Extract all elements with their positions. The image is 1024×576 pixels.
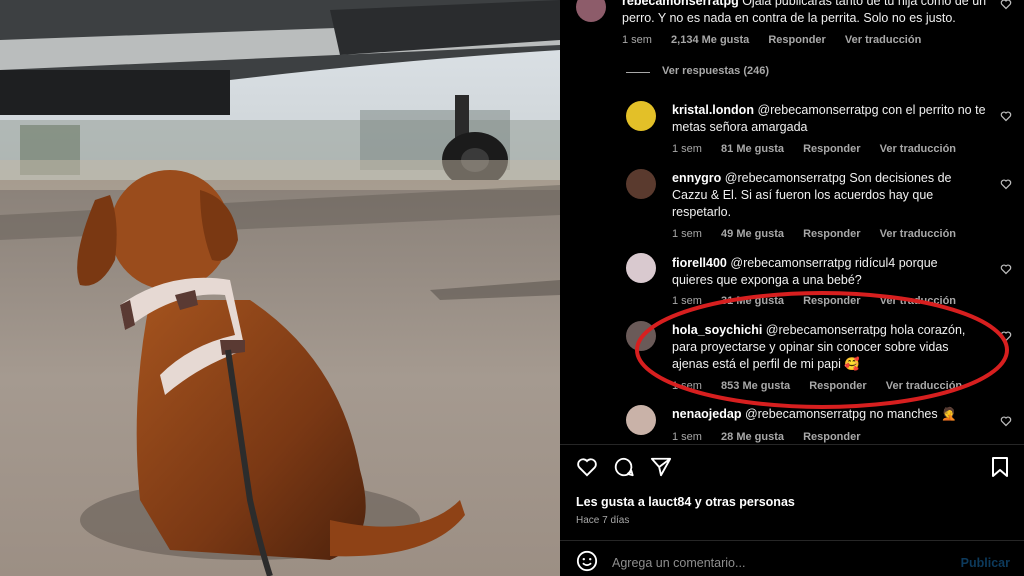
comment-text: rebecamonserratpg Ojalá publicaras tanto… (622, 0, 992, 27)
post-photo (0, 0, 560, 576)
comment-bubble-icon[interactable] (613, 456, 635, 478)
divider (560, 444, 1024, 445)
comment-text: fiorell400 @rebecamonserratpg ridícul4 p… (672, 255, 982, 289)
divider (560, 540, 1024, 541)
reply-button[interactable]: Responder (803, 431, 860, 443)
add-comment-input[interactable]: Agrega un comentario... (612, 556, 745, 570)
comment-meta: 1 sem 49 Me gusta Responder Ver traducci… (672, 228, 972, 240)
comment-text: kristal.london @rebecamonserratpg con el… (672, 102, 988, 136)
comment-username[interactable]: kristal.london (672, 103, 754, 117)
comment-meta: 1 sem 2,134 Me gusta Responder Ver tradu… (622, 34, 937, 46)
translate-button[interactable]: Ver traducción (880, 228, 956, 240)
comment-username[interactable]: fiorell400 (672, 256, 727, 270)
comment-likes[interactable]: 49 Me gusta (721, 228, 784, 240)
post-timestamp: Hace 7 días (576, 515, 630, 526)
comment-text: ennygro @rebecamonserratpg Son decisione… (672, 170, 972, 221)
likes-summary[interactable]: Les gusta a lauct84 y otras personas (576, 495, 795, 509)
comment-likes[interactable]: 2,134 Me gusta (671, 34, 749, 46)
reply-button[interactable]: Responder (803, 228, 860, 240)
comment-time[interactable]: 1 sem (672, 228, 702, 240)
comments-panel: rebecamonserratpg Ojalá publicaras tanto… (560, 0, 1024, 576)
heart-icon[interactable] (1000, 0, 1012, 10)
reply-button[interactable]: Responder (768, 34, 825, 46)
comment-likes[interactable]: 28 Me gusta (721, 431, 784, 443)
comment-meta: 1 sem 81 Me gusta Responder Ver traducci… (672, 143, 972, 155)
translate-button[interactable]: Ver traducción (880, 143, 956, 155)
save-bookmark-icon[interactable] (990, 456, 1010, 478)
highlight-circle (635, 291, 1009, 409)
view-replies-button[interactable]: Ver respuestas (246) (662, 65, 769, 77)
emoji-icon[interactable] (576, 550, 598, 572)
comment-likes[interactable]: 81 Me gusta (721, 143, 784, 155)
replies-divider-line (626, 72, 650, 73)
heart-icon[interactable] (1000, 178, 1012, 190)
heart-icon[interactable] (1000, 415, 1012, 427)
share-icon[interactable] (650, 456, 672, 478)
comment-username[interactable]: ennygro (672, 171, 721, 185)
translate-button[interactable]: Ver traducción (845, 34, 921, 46)
comment-meta: 1 sem 28 Me gusta Responder (672, 431, 877, 443)
avatar[interactable] (576, 0, 606, 22)
comment-time[interactable]: 1 sem (672, 143, 702, 155)
comment-time[interactable]: 1 sem (672, 431, 702, 443)
comment-username[interactable]: rebecamonserratpg (622, 0, 739, 8)
avatar[interactable] (626, 169, 656, 199)
dog-airplane-photo (0, 0, 560, 576)
reply-button[interactable]: Responder (803, 143, 860, 155)
publish-button[interactable]: Publicar (961, 556, 1010, 570)
heart-icon[interactable] (1000, 110, 1012, 122)
comment-time[interactable]: 1 sem (622, 34, 652, 46)
like-heart-icon[interactable] (576, 457, 598, 477)
avatar[interactable] (626, 101, 656, 131)
avatar[interactable] (626, 253, 656, 283)
heart-icon[interactable] (1000, 263, 1012, 275)
